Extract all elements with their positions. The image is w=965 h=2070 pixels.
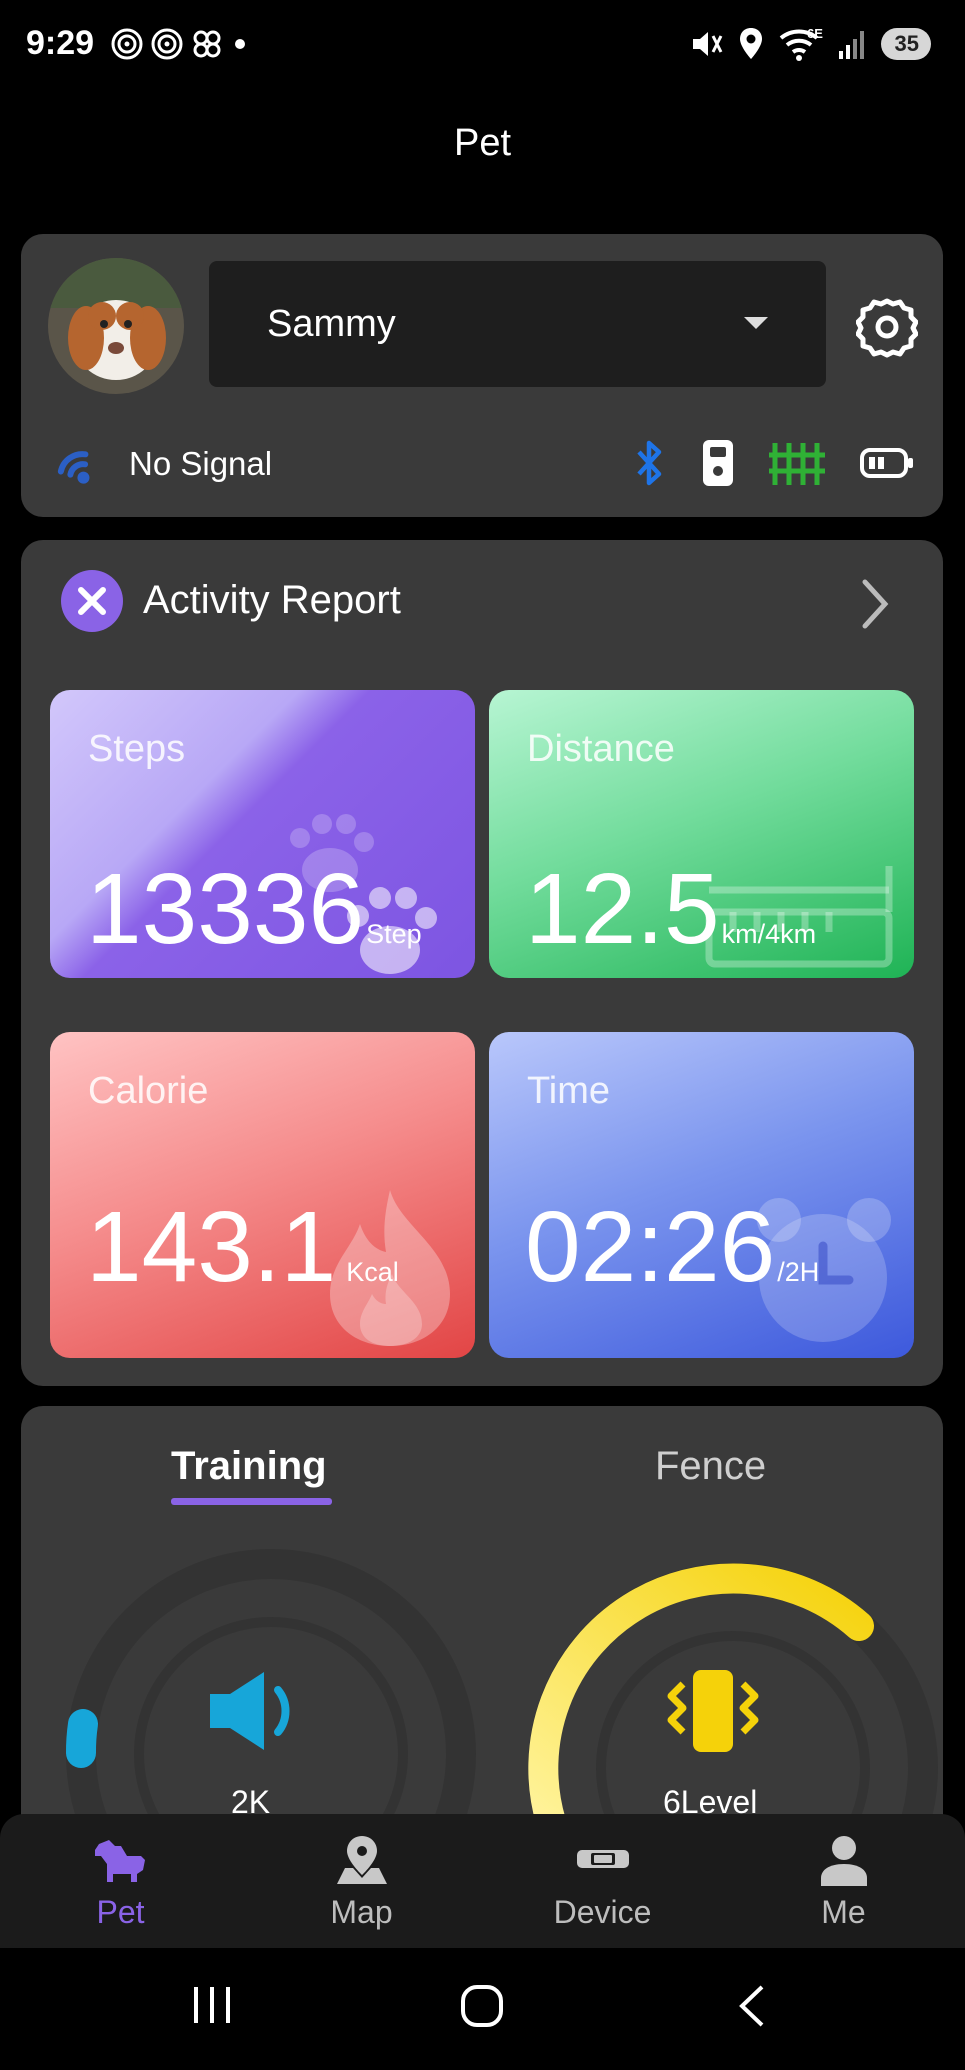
activity-report-card: Activity Report Steps 13336Step Distance…: [21, 540, 943, 1386]
steps-number: 13336: [86, 853, 365, 965]
time-value: 02:26/2H: [525, 1190, 819, 1305]
signal-status: No Signal: [129, 445, 273, 482]
fingerprint-icon-2: [151, 28, 183, 60]
nav-item-device[interactable]: Device: [482, 1814, 723, 1948]
home-icon[interactable]: [459, 1983, 505, 2029]
bottom-navigation: Pet Map Device Me: [0, 1814, 965, 1948]
distance-label: Distance: [527, 728, 675, 770]
nav-item-map[interactable]: Map: [241, 1814, 482, 1948]
steps-value: 13336Step: [86, 852, 422, 967]
activity-report-title: Activity Report: [143, 578, 401, 622]
distance-value: 12.5km/4km: [525, 852, 816, 967]
nav-label-me: Me: [821, 1894, 866, 1930]
nav-label-map: Map: [330, 1894, 393, 1930]
tab-training[interactable]: Training: [171, 1444, 327, 1489]
calorie-number: 143.1: [86, 1191, 337, 1303]
calorie-tile[interactable]: Calorie 143.1 Kcal: [50, 1032, 475, 1358]
svg-text:6E: 6E: [807, 26, 823, 41]
tab-active-indicator: [171, 1498, 332, 1505]
battery-icon: [860, 448, 913, 478]
bluetooth-icon: [637, 440, 662, 486]
vibration-icon: [667, 1670, 759, 1752]
gear-icon[interactable]: [856, 296, 918, 358]
speaker-icon: [210, 1672, 290, 1750]
steps-tile[interactable]: Steps 13336Step: [50, 690, 475, 978]
training-card: Training Fence 2K 6Level: [21, 1406, 943, 1826]
activity-badge-icon: [61, 570, 123, 632]
sound-level-arc: [66, 1709, 98, 1768]
battery-indicator: 35: [880, 28, 931, 60]
nav-label-device: Device: [553, 1894, 652, 1930]
status-bar: 9:29 6E 35: [0, 0, 965, 95]
pet-select-dropdown[interactable]: Sammy: [209, 261, 826, 387]
steps-unit: Step: [366, 919, 422, 949]
dog-icon: [94, 1840, 145, 1882]
pet-card: Sammy No Signal: [21, 234, 943, 517]
signal-icon: [57, 451, 90, 484]
notification-icons: [110, 27, 250, 61]
mute-icon: [692, 32, 722, 56]
distance-unit: km/4km: [721, 919, 817, 949]
calorie-unit: Kcal: [346, 1257, 399, 1287]
fan-icon: [193, 30, 221, 58]
calorie-label: Calorie: [88, 1070, 209, 1112]
time-label: Time: [527, 1070, 611, 1112]
nav-label-pet: Pet: [96, 1894, 145, 1930]
system-navigation-bar: [0, 1948, 965, 2070]
map-pin-icon: [336, 1836, 387, 1884]
recent-apps-icon[interactable]: [190, 1983, 234, 2027]
chevron-right-icon[interactable]: [857, 576, 893, 632]
device-icon: [576, 1850, 629, 1868]
tab-fence[interactable]: Fence: [655, 1444, 766, 1489]
distance-tile[interactable]: Distance 12.5km/4km: [489, 690, 914, 978]
page-title: Pet: [453, 122, 512, 164]
status-time: 9:29: [26, 24, 95, 62]
back-icon[interactable]: [734, 1983, 770, 2029]
wifi-icon: 6E: [779, 26, 823, 61]
person-icon: [820, 1836, 867, 1886]
time-unit: /2H: [777, 1257, 820, 1287]
pet-avatar[interactable]: [48, 258, 184, 394]
cell-signal-icon: [838, 31, 864, 59]
distance-number: 12.5: [525, 853, 720, 965]
caret-down-icon: [744, 317, 768, 329]
fence-icon: [769, 443, 825, 485]
remote-icon: [703, 440, 733, 486]
steps-label: Steps: [88, 728, 186, 770]
fingerprint-icon: [111, 28, 143, 60]
nav-item-me[interactable]: Me: [723, 1814, 964, 1948]
time-number: 02:26: [525, 1191, 776, 1303]
dot-icon: [235, 39, 245, 49]
time-tile[interactable]: Time 02:26/2H: [489, 1032, 914, 1358]
pet-name: Sammy: [267, 303, 396, 345]
nav-item-pet[interactable]: Pet: [0, 1814, 241, 1948]
location-icon: [739, 28, 762, 59]
calorie-value: 143.1 Kcal: [86, 1190, 399, 1305]
